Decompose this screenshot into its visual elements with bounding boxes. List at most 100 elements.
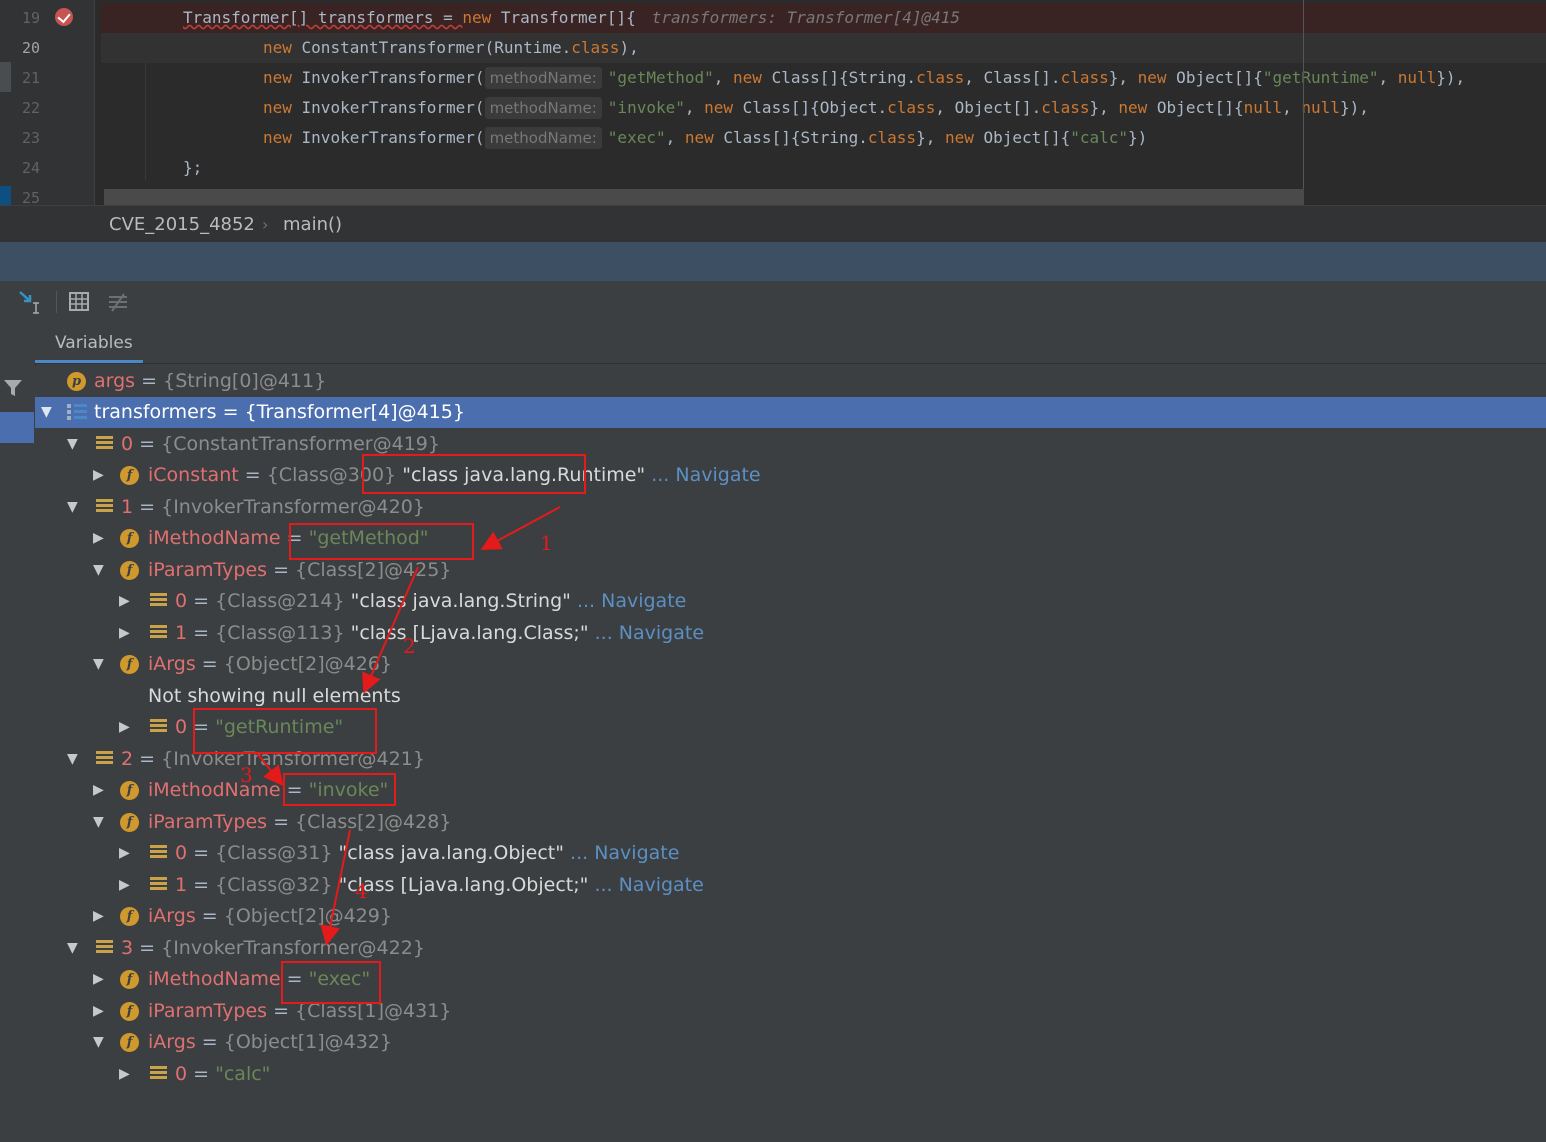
code-text: , <box>665 128 685 147</box>
expand-toggle-icon[interactable]: ▶ <box>93 996 105 1027</box>
expand-toggle-icon[interactable]: ▶ <box>93 523 105 554</box>
tree-row-element-3[interactable]: ▼ 3 = {InvokerTransformer@422} <box>35 933 1546 964</box>
var-ref: {Object[1]@432} <box>223 1031 392 1053</box>
tree-row-arg-0[interactable]: ▶ 0 = "getRuntime" <box>35 712 1546 743</box>
expand-toggle-icon[interactable]: ▼ <box>67 429 79 460</box>
tree-row-element-1[interactable]: ▼ 1 = {InvokerTransformer@420} <box>35 492 1546 523</box>
code-line-21[interactable]: new InvokerTransformer(methodName: "getMe… <box>101 63 1546 93</box>
expand-toggle-icon[interactable]: ▶ <box>93 964 105 995</box>
var-ref: {Object[2]@426} <box>223 653 392 675</box>
tree-row-element-0[interactable]: ▼ 0 = {ConstantTransformer@419} <box>35 429 1546 460</box>
expand-toggle-icon[interactable]: ▼ <box>67 492 79 523</box>
tree-row-iparamtypes[interactable]: ▶ f iParamTypes = {Class[1]@431} <box>35 996 1546 1027</box>
filter-icon[interactable] <box>3 378 23 398</box>
string-literal: "getRuntime" <box>1262 68 1379 87</box>
var-name: 0 <box>121 433 134 455</box>
expand-toggle-icon[interactable]: ▼ <box>93 1027 105 1058</box>
tree-row-param-0[interactable]: ▶ 0 = {Class@31} "class java.lang.Object… <box>35 838 1546 869</box>
tree-row-iargs[interactable]: ▶ f iArgs = {Object[2]@429} <box>35 901 1546 932</box>
tree-row-element-2[interactable]: ▼ 2 = {InvokerTransformer@421} <box>35 744 1546 775</box>
breadcrumb-method[interactable]: main() <box>283 206 342 243</box>
code-editor[interactable]: 19 20 21 22 23 24 25 Transformer[] trans… <box>0 0 1546 205</box>
variables-tree[interactable]: p args = {String[0]@411} ▼ transformers … <box>35 366 1546 1142</box>
parameter-hint: methodName: <box>484 97 602 119</box>
tree-row-iparamtypes[interactable]: ▼ f iParamTypes = {Class[2]@425} <box>35 555 1546 586</box>
var-name: iParamTypes <box>148 1000 268 1022</box>
code-line-23[interactable]: new InvokerTransformer(methodName: "exec"… <box>101 123 1546 153</box>
var-name: 0 <box>175 1063 188 1085</box>
expand-toggle-icon[interactable]: ▶ <box>93 775 105 806</box>
var-ref: {Class@300} <box>266 464 397 486</box>
tree-row-args[interactable]: p args = {String[0]@411} <box>35 366 1546 397</box>
code-text: Class[]{String. <box>761 68 917 87</box>
tree-row-iargs[interactable]: ▼ f iArgs = {Object[2]@426} <box>35 649 1546 680</box>
var-name: 3 <box>121 937 134 959</box>
navigate-link[interactable]: ... Navigate <box>594 874 703 896</box>
expand-toggle-icon[interactable]: ▶ <box>119 618 131 649</box>
var-ref: {Class@32} <box>215 874 333 896</box>
expand-toggle-icon[interactable]: ▶ <box>119 712 131 743</box>
code-line-22[interactable]: new InvokerTransformer(methodName: "invok… <box>101 93 1546 123</box>
editor-gutter: 19 20 21 22 23 24 25 <box>0 0 129 205</box>
expand-toggle-icon[interactable]: ▼ <box>93 807 105 838</box>
code-text: Object[]{ <box>1147 98 1244 117</box>
code-text: InvokerTransformer( <box>291 128 485 147</box>
parameter-icon: p <box>67 372 86 391</box>
tree-row-iparamtypes[interactable]: ▼ f iParamTypes = {Class[2]@428} <box>35 807 1546 838</box>
horizontal-scrollbar[interactable] <box>104 189 1304 205</box>
tab-variables[interactable]: Variables <box>35 323 143 363</box>
expand-toggle-icon[interactable]: ▼ <box>41 397 53 428</box>
expand-toggle-icon[interactable]: ▶ <box>93 901 105 932</box>
var-ref: {InvokerTransformer@422} <box>161 937 425 959</box>
tree-row-param-0[interactable]: ▶ 0 = {Class@214} "class java.lang.Strin… <box>35 586 1546 617</box>
tree-row-imethodname[interactable]: ▶ f iMethodName = "exec" <box>35 964 1546 995</box>
tree-row-imethodname[interactable]: ▶ f iMethodName = "invoke" <box>35 775 1546 806</box>
var-value: "class java.lang.String" <box>350 590 571 612</box>
expand-toggle-icon[interactable]: ▶ <box>93 460 105 491</box>
navigate-link[interactable]: ... Navigate <box>570 842 679 864</box>
expand-toggle-icon[interactable]: ▶ <box>119 870 131 901</box>
navigate-link[interactable]: ... Navigate <box>577 590 686 612</box>
code-text: Object[]{ <box>1166 68 1263 87</box>
code-line-24[interactable]: }; <box>101 153 1546 183</box>
code-text: Transformer[] transformers = <box>183 8 463 27</box>
navigate-link[interactable]: ... Navigate <box>651 464 760 486</box>
breadcrumb-class[interactable]: CVE_2015_4852 <box>109 206 255 243</box>
expand-toggle-icon[interactable]: ▶ <box>119 838 131 869</box>
watches-icon[interactable] <box>106 289 132 315</box>
expand-toggle-icon[interactable]: ▼ <box>93 649 105 680</box>
evaluate-table-icon[interactable] <box>67 289 93 315</box>
var-ref: {Class[1]@431} <box>295 1000 452 1022</box>
var-name: iArgs <box>148 653 196 675</box>
code-line-19[interactable]: Transformer[] transformers = new Transfo… <box>101 3 1546 33</box>
expand-toggle-icon[interactable]: ▶ <box>119 1059 131 1090</box>
var-ref: {ConstantTransformer@419} <box>161 433 440 455</box>
tree-row-transformers[interactable]: ▼ transformers = {Transformer[4]@415} <box>35 397 1546 428</box>
navigate-link[interactable]: ... Navigate <box>595 622 704 644</box>
expand-toggle-icon[interactable]: ▶ <box>119 586 131 617</box>
keyword: class <box>867 128 917 147</box>
tree-row-iargs[interactable]: ▼ f iArgs = {Object[1]@432} <box>35 1027 1546 1058</box>
debug-toolbar <box>0 281 1546 324</box>
code-text: }; <box>183 158 203 177</box>
var-name: 1 <box>175 874 188 896</box>
keyword: class <box>571 38 620 57</box>
tree-row-imethodname[interactable]: ▶ f iMethodName = "getMethod" <box>35 523 1546 554</box>
expand-toggle-icon[interactable]: ▼ <box>67 933 79 964</box>
tree-row-iconstant[interactable]: ▶ f iConstant = {Class@300} "class java.… <box>35 460 1546 491</box>
keyword: class <box>916 68 965 87</box>
tree-row-param-1[interactable]: ▶ 1 = {Class@113} "class [Ljava.lang.Cla… <box>35 618 1546 649</box>
restore-layout-icon[interactable] <box>17 289 43 315</box>
field-icon: f <box>120 529 139 548</box>
expand-toggle-icon[interactable]: ▼ <box>67 744 79 775</box>
var-value: "calc" <box>215 1063 271 1085</box>
expand-toggle-icon[interactable]: ▼ <box>93 555 105 586</box>
tree-row-arg-0[interactable]: ▶ 0 = "calc" <box>35 1059 1546 1090</box>
var-name: iMethodName <box>148 968 281 990</box>
var-value: "exec" <box>308 968 371 990</box>
array-element-icon <box>150 1066 167 1083</box>
tree-row-param-1[interactable]: ▶ 1 = {Class@32} "class [Ljava.lang.Obje… <box>35 870 1546 901</box>
array-element-icon <box>150 719 167 736</box>
breakpoint-icon[interactable] <box>55 8 73 26</box>
code-line-20[interactable]: new ConstantTransformer(Runtime.class), <box>101 33 1546 63</box>
